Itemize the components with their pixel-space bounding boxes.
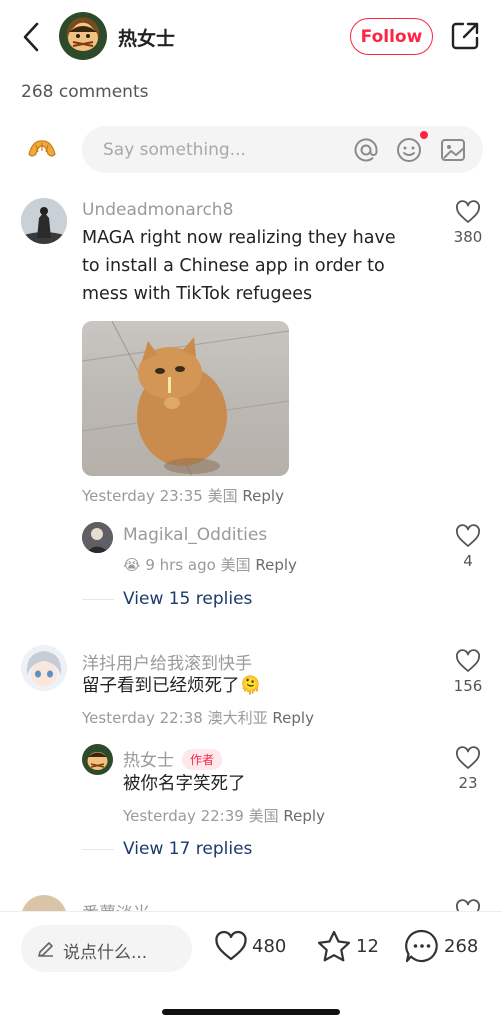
comment-like-button[interactable]: 380 [443,200,493,246]
view-replies-divider [82,599,114,600]
share-icon[interactable] [449,20,481,52]
comment-time: Yesterday 22:38 [82,709,203,727]
reply-button[interactable]: Reply [272,709,314,727]
comment-bubble-icon [405,929,438,963]
view-replies-button[interactable]: View 15 replies [123,589,252,609]
croissant-avatar-icon [24,132,60,168]
bottom-action-bar: 说点什么... 480 12 268 [0,911,502,1024]
like-count: 4 [463,552,473,570]
comment-meta: Yesterday 23:35 美国 Reply [82,485,284,506]
reply-username-text[interactable]: 热女士 [123,751,174,771]
comment-text: MAGA right now realizing they have to in… [82,228,396,304]
author-badge: 作者 [182,749,223,770]
view-replies-button[interactable]: View 17 replies [123,839,252,859]
comment-count: 268 comments [21,82,149,102]
comment-location: 澳大利亚 [207,709,268,727]
comment-image-cat[interactable] [82,321,289,476]
like-count: 156 [453,677,483,695]
reply-username: 热女士 作者 [123,746,223,771]
reply-username[interactable]: Magikal_Oddities [123,525,267,545]
commenter-avatar[interactable] [21,645,67,691]
comment-input-placeholder: Say something... [103,140,246,160]
image-icon[interactable] [439,136,467,164]
reply-text: 被你名字笑死了 [123,774,246,794]
comment-text: 留子看到已经烦死了🫠 [82,672,412,700]
post-like-count: 480 [252,935,287,957]
comment-location: 美国 [207,487,238,505]
comment-input[interactable]: Say something... [82,126,483,173]
pencil-icon [38,942,53,957]
comment-emoji: 🫠 [239,676,262,696]
mention-icon[interactable] [352,136,380,164]
back-chevron-icon[interactable] [18,20,46,54]
home-indicator [162,1009,340,1015]
reply-location: 美国 [220,556,251,574]
reply-button[interactable]: Reply [242,487,284,505]
author-avatar[interactable] [59,12,107,60]
heart-outline-icon [456,746,480,769]
like-count: 380 [453,228,483,246]
top-bar: 热女士 Follow [0,0,502,72]
post-favorite-count: 12 [356,935,379,957]
emoji-icon[interactable] [395,136,423,164]
like-count: 23 [458,774,478,792]
reply-time: Yesterday 22:39 [123,807,244,825]
comment-meta: Yesterday 22:38 澳大利亚 Reply [82,707,314,728]
bottom-input-placeholder: 说点什么... [63,943,148,963]
comment-text-body: 留子看到已经烦死了 [82,676,240,696]
star-outline-icon [317,930,351,962]
author-name[interactable]: 热女士 [118,24,175,51]
heart-outline-icon [215,930,247,961]
comment-time: Yesterday 23:35 [82,487,203,505]
reply-avatar[interactable] [82,522,113,553]
commenter-avatar[interactable] [21,198,67,244]
bottom-comment-input[interactable]: 说点什么... [21,925,192,972]
heart-outline-icon [456,524,480,547]
reply-button[interactable]: Reply [283,807,325,825]
comment-username[interactable]: 洋抖用户给我滚到快手 [82,649,252,674]
heart-outline-icon [456,649,480,672]
view-replies-divider [82,849,114,850]
post-favorite-button[interactable]: 12 [316,926,379,966]
notification-dot [420,131,428,139]
follow-button[interactable]: Follow [350,18,433,55]
reply-emoji: 😭 [123,556,141,574]
post-comment-button[interactable]: 268 [404,926,478,966]
comment-like-button[interactable]: 156 [443,649,493,695]
reply-like-button[interactable]: 23 [443,746,493,792]
reply-avatar[interactable] [82,744,113,775]
post-like-button[interactable]: 480 [214,926,286,966]
reply-time: 9 hrs ago [145,556,216,574]
comment-username[interactable]: Undeadmonarch8 [82,200,233,220]
heart-outline-icon [456,200,480,223]
reply-location: 美国 [248,807,279,825]
post-comment-count: 268 [444,935,479,957]
reply-meta: Yesterday 22:39 美国 Reply [123,805,325,826]
reply-like-button[interactable]: 4 [443,524,493,570]
reply-meta: 😭 9 hrs ago 美国 Reply [123,554,297,575]
reply-button[interactable]: Reply [255,556,297,574]
